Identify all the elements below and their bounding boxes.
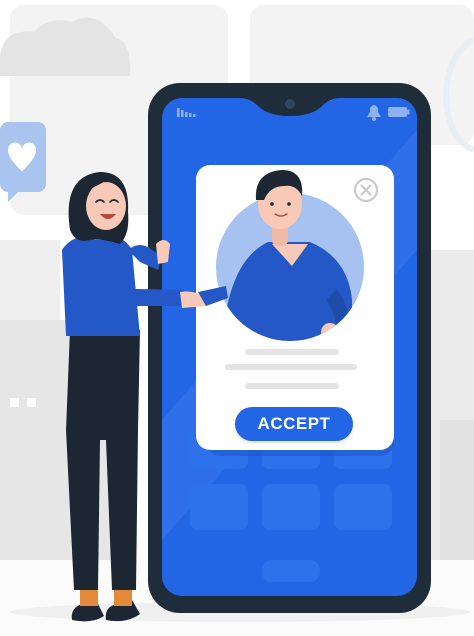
building-window (27, 398, 36, 407)
chat-bubble-icon (0, 122, 46, 202)
card-text-line (245, 349, 339, 355)
front-camera (285, 99, 295, 109)
illustration-canvas: ACCEPT (0, 0, 474, 636)
scene (0, 5, 474, 636)
battery-icon (388, 107, 410, 117)
building-window (10, 398, 19, 407)
accept-button[interactable]: ACCEPT (235, 407, 353, 441)
woman-face (86, 182, 126, 230)
building-right-low (440, 420, 474, 570)
woman-hand-right (156, 240, 170, 264)
card-text-line (225, 364, 357, 370)
card-text-line (245, 383, 339, 389)
home-bar (262, 560, 320, 582)
